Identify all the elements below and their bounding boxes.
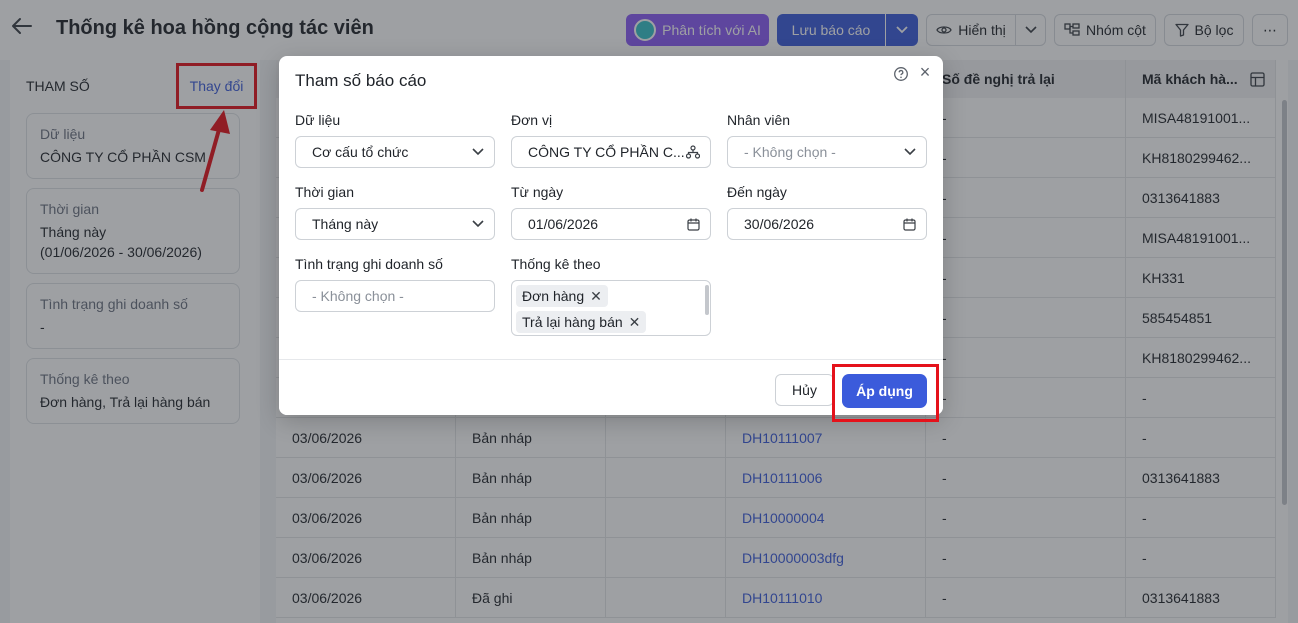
sales-status-placeholder: - Không chọn - [312, 288, 404, 304]
to-date-value: 30/06/2026 [744, 216, 815, 232]
from-date-value: 01/06/2026 [528, 216, 599, 232]
dialog-title: Tham số báo cáo [295, 71, 427, 90]
remove-tag-icon[interactable]: ✕ [629, 314, 641, 331]
unit-label: Đơn vị [511, 112, 553, 128]
stat-by-multiselect[interactable]: Đơn hàng ✕ Trả lại hàng bán ✕ [511, 280, 711, 336]
tag-label: Trả lại hàng bán [522, 314, 623, 330]
dialog-footer: Hủy Áp dụng [279, 359, 943, 422]
calendar-icon[interactable] [903, 218, 916, 231]
data-select[interactable]: Cơ cấu tổ chức [295, 136, 495, 168]
from-date-input[interactable]: 01/06/2026 [511, 208, 711, 240]
help-icon[interactable] [893, 66, 909, 82]
unit-select[interactable]: CÔNG TY CỔ PHẦN C... [511, 136, 711, 168]
close-icon[interactable]: × [917, 63, 933, 81]
stat-by-label: Thống kê theo [511, 256, 601, 272]
org-tree-icon[interactable] [686, 145, 700, 159]
employee-placeholder: - Không chọn - [744, 144, 836, 160]
remove-tag-icon[interactable]: ✕ [590, 288, 602, 305]
chevron-down-icon [472, 148, 484, 156]
data-label: Dữ liệu [295, 112, 341, 128]
employee-select[interactable]: - Không chọn - [727, 136, 927, 168]
apply-button[interactable]: Áp dụng [842, 374, 927, 408]
to-date-label: Đến ngày [727, 184, 787, 200]
sales-status-select[interactable]: - Không chọn - [295, 280, 495, 312]
tags-scrollbar[interactable] [705, 285, 709, 315]
unit-select-value: CÔNG TY CỔ PHẦN C... [528, 144, 685, 160]
chevron-down-icon [472, 220, 484, 228]
cancel-button[interactable]: Hủy [775, 374, 834, 406]
data-select-value: Cơ cấu tổ chức [312, 144, 409, 160]
from-date-label: Từ ngày [511, 184, 564, 200]
employee-label: Nhân viên [727, 112, 791, 128]
sales-status-label: Tình trạng ghi doanh số [295, 256, 443, 272]
time-select-value: Tháng này [312, 216, 379, 232]
tag-order: Đơn hàng ✕ [516, 285, 608, 307]
tag-label: Đơn hàng [522, 288, 585, 304]
to-date-input[interactable]: 30/06/2026 [727, 208, 927, 240]
report-params-dialog: Tham số báo cáo × Dữ liệu Cơ cấu tổ chức… [279, 56, 943, 422]
calendar-icon[interactable] [687, 218, 700, 231]
time-label: Thời gian [295, 184, 354, 200]
chevron-down-icon [904, 148, 916, 156]
time-select[interactable]: Tháng này [295, 208, 495, 240]
tag-sales-return: Trả lại hàng bán ✕ [516, 311, 647, 333]
